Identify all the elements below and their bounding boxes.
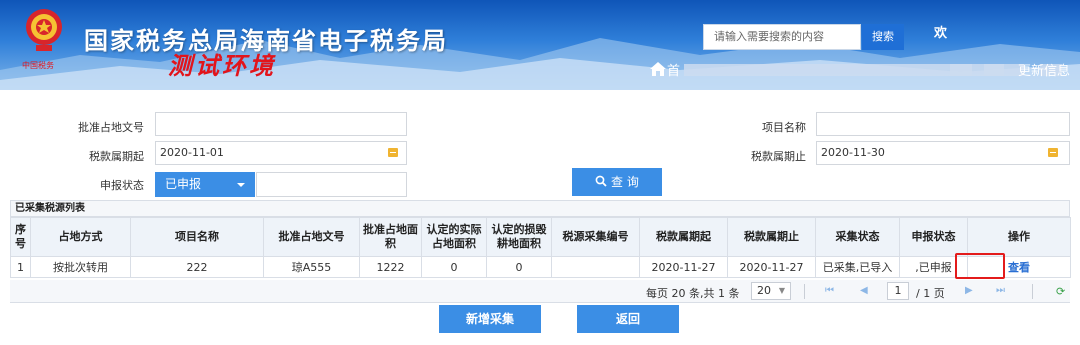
column-header: 税源采集编号 bbox=[551, 217, 640, 257]
pagination-bar: 每页 20 条,共 1 条 20 ▼ ⏮ ◀ 1 / 1 页 ▶ ⏭ ⟳ bbox=[10, 280, 1070, 303]
column-header: 操作 bbox=[967, 217, 1071, 257]
period-end-label: 税款属期止 bbox=[751, 150, 806, 163]
tax-emblem-icon bbox=[26, 9, 62, 51]
tax-source-table: 序号 占地方式 项目名称 批准占地文号 批准占地面积 认定的实际占地面积 认定的… bbox=[10, 217, 1071, 278]
project-name-label: 项目名称 bbox=[762, 121, 806, 134]
prev-page-icon[interactable]: ◀ bbox=[860, 285, 868, 296]
table-cell: 1222 bbox=[359, 256, 422, 278]
search-button[interactable]: 搜索 bbox=[862, 24, 904, 50]
total-pages: / 1 页 bbox=[916, 287, 945, 300]
home-icon[interactable] bbox=[650, 62, 666, 76]
table-cell: 2020-11-27 bbox=[639, 256, 728, 278]
nav-home-link[interactable]: 首 bbox=[667, 60, 680, 79]
period-start-label: 税款属期起 bbox=[89, 150, 144, 163]
column-header: 采集状态 bbox=[815, 217, 900, 257]
table-cell: 0 bbox=[486, 256, 552, 278]
test-environment-label: 测试环境 bbox=[168, 51, 276, 80]
table-cell: 222 bbox=[130, 256, 264, 278]
site-header: 中国税务 国家税务总局海南省电子税务局 测试环境 请输入需要搜索的内容 搜索 欢… bbox=[0, 0, 1080, 90]
column-header: 批准占地面积 bbox=[359, 217, 422, 257]
table-cell bbox=[551, 256, 640, 278]
status-select[interactable]: 已申报 bbox=[155, 172, 255, 197]
chevron-down-icon bbox=[237, 183, 245, 187]
project-name-field[interactable] bbox=[816, 112, 1070, 136]
period-end-field[interactable]: 2020-11-30 bbox=[816, 141, 1070, 165]
status-label: 申报状态 bbox=[100, 179, 144, 192]
emblem-sub-text: 中国税务 bbox=[22, 61, 54, 70]
search-icon bbox=[595, 175, 607, 187]
user-greeting: 欢 bbox=[934, 26, 948, 41]
page-size-value: 20 bbox=[757, 284, 771, 297]
table-cell: 按批次转用 bbox=[30, 256, 131, 278]
add-collection-button[interactable]: 新增采集 bbox=[439, 305, 541, 333]
column-header: 申报状态 bbox=[899, 217, 968, 257]
column-header: 序号 bbox=[10, 217, 31, 257]
table-row: 1 按批次转用 222 琼A555 1222 0 0 2020-11-27 20… bbox=[10, 256, 1071, 278]
status-select-value: 已申报 bbox=[165, 177, 202, 191]
highlight-box bbox=[955, 253, 1005, 279]
period-start-field[interactable]: 2020-11-01 bbox=[155, 141, 407, 165]
table-cell: 琼A555 bbox=[263, 256, 360, 278]
query-button-label: 查 询 bbox=[611, 175, 639, 189]
next-page-icon[interactable]: ▶ bbox=[965, 285, 973, 296]
page-size-select[interactable]: 20 ▼ bbox=[751, 282, 791, 300]
table-cell: 0 bbox=[421, 256, 487, 278]
column-header: 项目名称 bbox=[130, 217, 264, 257]
current-page-input[interactable]: 1 bbox=[887, 282, 909, 300]
pagination-summary: 每页 20 条,共 1 条 bbox=[646, 287, 740, 300]
column-header: 批准占地文号 bbox=[263, 217, 360, 257]
table-cell: 已采集,已导入 bbox=[815, 256, 900, 278]
column-header: 占地方式 bbox=[30, 217, 131, 257]
first-page-icon[interactable]: ⏮ bbox=[825, 285, 834, 296]
status-extra-field bbox=[256, 172, 407, 197]
column-header: 税款属期起 bbox=[639, 217, 728, 257]
view-link[interactable]: 查看 bbox=[1008, 261, 1030, 274]
table-cell: 2020-11-27 bbox=[727, 256, 816, 278]
calendar-icon[interactable] bbox=[1048, 148, 1058, 157]
divider bbox=[1032, 284, 1033, 299]
blurred-nav-items bbox=[684, 64, 1004, 76]
calendar-icon[interactable] bbox=[388, 148, 398, 157]
divider bbox=[804, 284, 805, 299]
approval-no-label: 批准占地文号 bbox=[78, 121, 144, 134]
query-button[interactable]: 查 询 bbox=[572, 168, 662, 196]
column-header: 认定的损毁耕地面积 bbox=[486, 217, 552, 257]
back-button[interactable]: 返回 bbox=[577, 305, 679, 333]
table-cell: 1 bbox=[10, 256, 31, 278]
table-header-row: 序号 占地方式 项目名称 批准占地文号 批准占地面积 认定的实际占地面积 认定的… bbox=[10, 217, 1071, 257]
section-title: 已采集税源列表 bbox=[10, 200, 1070, 217]
search-input[interactable]: 请输入需要搜索的内容 bbox=[703, 24, 861, 50]
approval-no-field[interactable] bbox=[155, 112, 407, 136]
chevron-down-icon: ▼ bbox=[778, 286, 785, 295]
refresh-icon[interactable]: ⟳ bbox=[1056, 285, 1065, 298]
column-header: 认定的实际占地面积 bbox=[421, 217, 487, 257]
last-page-icon[interactable]: ⏭ bbox=[996, 285, 1005, 296]
column-header: 税款属期止 bbox=[727, 217, 816, 257]
nav-update-info-link[interactable]: 更新信息 bbox=[1018, 60, 1070, 79]
